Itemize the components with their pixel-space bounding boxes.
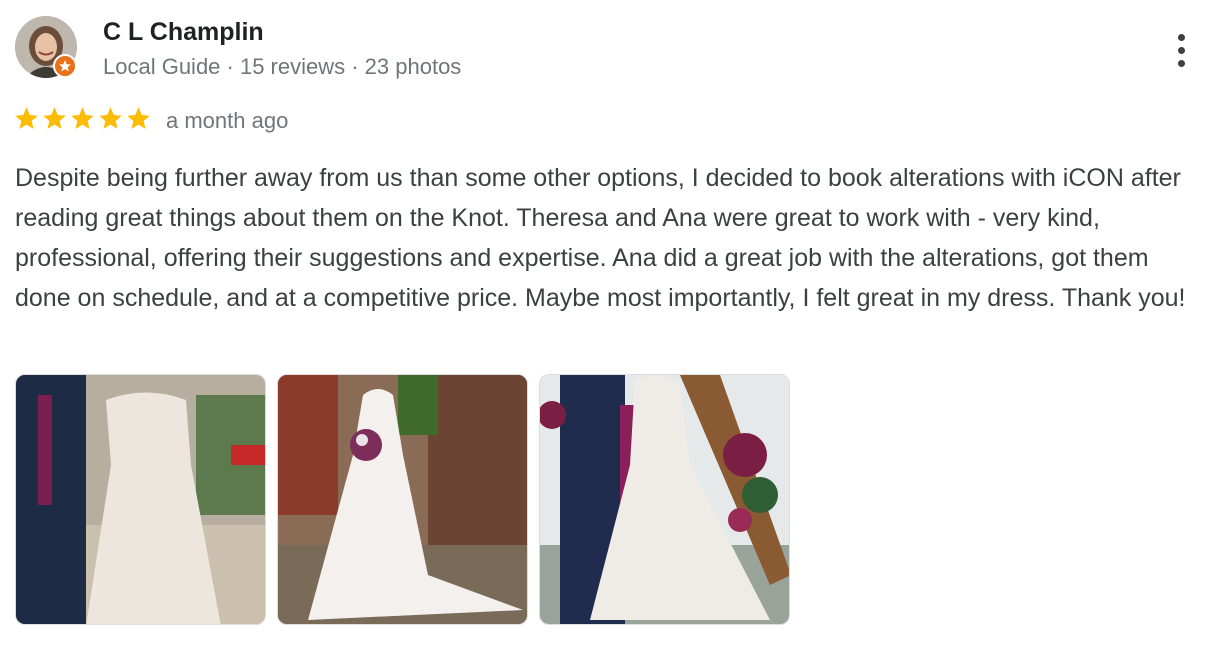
dot-icon: [1177, 33, 1185, 41]
review-photos: [15, 374, 790, 625]
star-rating: [13, 105, 152, 132]
star-icon: [127, 107, 150, 129]
review-photo-3[interactable]: [539, 374, 790, 625]
wedding-photo-icon: [540, 375, 789, 624]
wedding-photo-icon: [278, 375, 527, 624]
reviewer-meta: Local Guide · 15 reviews · 23 photos: [103, 54, 462, 79]
dot-icon: [1177, 46, 1185, 54]
dot-icon: [1177, 59, 1185, 67]
reviewer-avatar[interactable]: [15, 16, 77, 78]
review-photo-2[interactable]: [277, 374, 528, 625]
review-photo-1[interactable]: [15, 374, 266, 625]
star-icon: [71, 107, 94, 129]
review-date: a month ago: [166, 108, 289, 133]
star-icon: [43, 107, 66, 129]
more-options-button[interactable]: [1166, 30, 1196, 70]
star-icon: [99, 107, 122, 129]
reviewer-name[interactable]: C L Champlin: [103, 18, 264, 47]
star-icon: [15, 107, 38, 129]
local-guide-star-icon: [53, 54, 77, 78]
wedding-photo-icon: [16, 375, 265, 624]
review-text: Despite being further away from us than …: [15, 164, 1186, 312]
